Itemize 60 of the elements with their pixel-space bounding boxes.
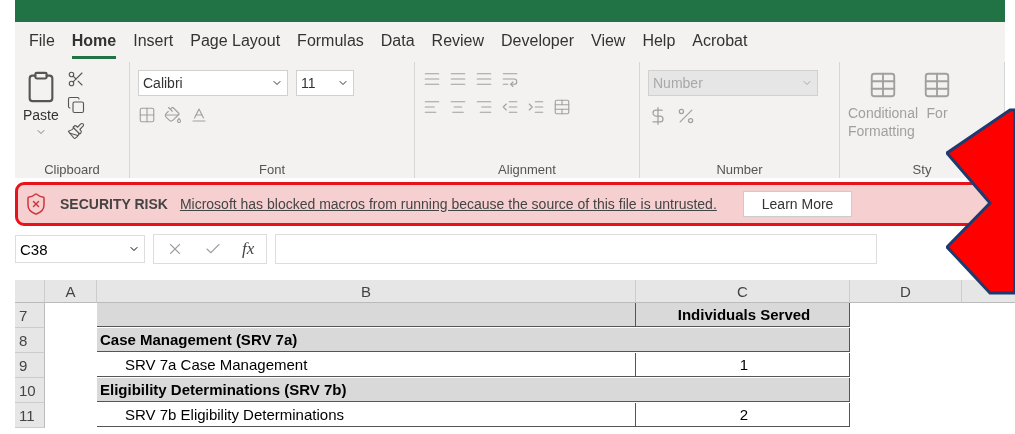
wrap-text-icon[interactable] [501,70,519,88]
group-label: Sty [912,162,932,178]
row-header: 9 [15,353,45,378]
table-cell: SRV 7b Eligibility Determinations [97,403,636,427]
borders-icon[interactable] [138,106,156,124]
align-left-icon[interactable] [423,98,441,116]
warning-link[interactable]: Microsoft has blocked macros from running because the source of this file is untrusted. [179,196,717,212]
increase-indent-icon[interactable] [527,98,545,116]
column-header[interactable]: D [850,280,962,303]
font-name-field[interactable]: Calibri [138,70,288,96]
group-label: Font [259,162,285,178]
row-header: 8 [15,328,45,353]
ribbon-tab[interactable]: Formulas [297,25,364,59]
row-header: 10 [15,378,45,403]
align-top-icon[interactable] [423,70,441,88]
paintbrush-icon[interactable] [66,122,85,140]
select-all-corner[interactable] [15,280,45,303]
ribbon-tab[interactable]: Help [642,25,676,59]
learn-more-button[interactable]: Learn More [742,191,853,217]
column-header[interactable]: B [97,280,636,303]
warning-title: SECURITY RISK [60,196,168,212]
ribbon-tab[interactable]: Insert [133,25,174,59]
ribbon-tab[interactable]: Data [380,25,415,59]
decrease-indent-icon[interactable] [501,98,519,116]
formula-input-field[interactable] [275,234,878,264]
row-header: 11 [15,403,45,428]
paste-button[interactable]: Paste [23,106,59,124]
ribbon-tab[interactable]: View [591,25,626,59]
ribbon-tab[interactable]: Page Layout [190,25,281,59]
table-cell: 2 [636,403,850,427]
merge-cells-icon[interactable] [553,98,571,116]
name-box[interactable]: C38 [15,235,145,263]
column-header[interactable]: C [636,280,850,303]
column-heading-cell: Individuals Served [636,303,850,327]
font-size-field[interactable]: 11 [296,70,354,96]
ribbon-tab[interactable]: Review [431,25,485,59]
group-label: Clipboard [44,162,100,178]
align-middle-icon[interactable] [449,70,467,88]
group-label: Alignment [498,162,556,178]
shield-icon [24,192,48,216]
table-cell: SRV 7a Case Management [97,353,636,377]
ribbon-tab[interactable]: File [29,25,55,59]
ribbon-tab[interactable]: Home [71,25,117,59]
align-center-icon[interactable] [449,98,467,116]
ribbon-tab[interactable]: Developer [501,25,574,59]
fill-color-icon[interactable] [164,106,182,124]
align-right-icon[interactable] [475,98,493,116]
font-color-icon[interactable] [190,106,208,124]
column-header[interactable]: A [45,280,97,303]
ribbon-tab[interactable]: Acrobat [692,25,748,59]
copy-icon[interactable] [66,96,85,114]
percent-icon[interactable] [676,106,696,126]
insert-function-button[interactable]: fx [242,239,255,259]
row-header: 7 [15,303,45,328]
table-cell: 1 [636,353,850,377]
scissors-icon[interactable] [66,70,85,88]
group-label: Number [716,162,763,178]
align-bottom-icon[interactable] [475,70,493,88]
section-cell: Case Management (SRV 7a) [97,328,850,352]
section-cell: Eligibility Determinations (SRV 7b) [97,378,850,402]
